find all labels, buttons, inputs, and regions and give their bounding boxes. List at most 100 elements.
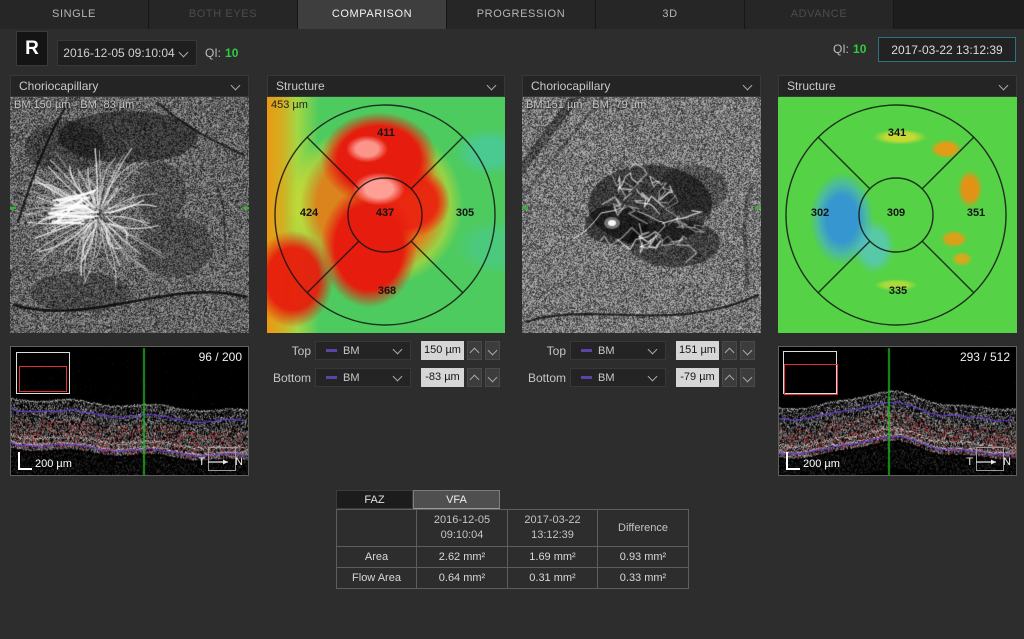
layer-select-2[interactable]: Structure <box>267 75 505 97</box>
thickness-map-panel-1[interactable]: 411 424 437 305 368 453 µm <box>267 97 505 333</box>
scale-bracket-icon <box>18 452 32 470</box>
top-layer-value: BM <box>343 345 394 357</box>
tab-vfa[interactable]: VFA <box>413 490 500 509</box>
chevron-down-icon <box>743 346 753 356</box>
bottom-label: Bottom <box>267 371 315 385</box>
area-exam1-value: 2.62 mm² <box>417 547 508 568</box>
grid-value-superior: 341 <box>888 127 906 139</box>
layer-select-3-value: Choriocapillary <box>523 79 744 93</box>
grid-value-temporal: 351 <box>967 207 985 219</box>
choriocapillary-enface-image[interactable] <box>10 97 249 333</box>
scale-label: 200 µm <box>35 458 72 470</box>
bottom-offset-field[interactable]: -79 µm <box>676 368 719 387</box>
chevron-down-icon <box>743 80 753 90</box>
grid-value-nasal: 305 <box>456 207 474 219</box>
crosshair-tick <box>522 207 528 209</box>
exam2-date-header: 2017-03-22 13:12:39 <box>508 510 598 547</box>
grid-value-superior: 411 <box>377 127 395 139</box>
table-row: Flow Area 0.64 mm² 0.31 mm² 0.33 mm² <box>337 568 689 589</box>
chevron-up-icon <box>725 374 735 384</box>
chevron-down-icon <box>999 80 1009 90</box>
laterality-right-button[interactable]: R <box>16 31 48 66</box>
tab-comparison[interactable]: COMPARISON <box>298 0 447 29</box>
right-exam-date-button[interactable]: 2017-03-22 13:12:39 <box>878 37 1016 62</box>
slab-boundaries-label: BM,151 µm - BM -79 µm <box>526 99 646 111</box>
bm-line-swatch <box>326 376 337 379</box>
top-layer-select[interactable]: BM <box>570 341 666 360</box>
bm-line-swatch <box>581 349 592 352</box>
chevron-down-icon <box>393 372 403 382</box>
top-offset-increment-button[interactable] <box>722 341 737 360</box>
qi-value: 10 <box>225 46 238 60</box>
bscan-viewer-left[interactable]: 96 / 200 200 µm T N <box>10 346 249 476</box>
bottom-offset-decrement-button[interactable] <box>485 368 500 387</box>
top-offset-decrement-button[interactable] <box>485 341 500 360</box>
layer-select-4[interactable]: Structure <box>778 75 1017 97</box>
grid-value-nasal: 302 <box>811 207 829 219</box>
chevron-down-icon <box>648 372 658 382</box>
bottom-offset-field[interactable]: -83 µm <box>421 368 464 387</box>
top-offset-field[interactable]: 150 µm <box>421 341 464 360</box>
choriocapillary-enface-image[interactable] <box>522 97 761 333</box>
tab-faz[interactable]: FAZ <box>336 490 413 509</box>
area-exam2-value: 1.69 mm² <box>508 547 598 568</box>
bm-line-swatch <box>581 376 592 379</box>
chevron-down-icon <box>179 47 189 57</box>
tab-single[interactable]: SINGLE <box>0 0 149 29</box>
layer-select-1[interactable]: Choriocapillary <box>10 75 249 97</box>
bottom-layer-value: BM <box>598 372 649 384</box>
crosshair-tick <box>243 207 249 209</box>
bottom-layer-select[interactable]: BM <box>570 368 666 387</box>
chevron-up-icon <box>470 374 480 384</box>
top-offset-decrement-button[interactable] <box>740 341 755 360</box>
chevron-down-icon <box>743 373 753 383</box>
bscan-viewer-right[interactable]: 293 / 512 200 µm T N <box>778 346 1017 476</box>
main-tab-bar: SINGLE BOTH EYES COMPARISON PROGRESSION … <box>0 0 1024 29</box>
flow-region-outline <box>19 366 67 392</box>
bottom-label: Bottom <box>522 371 570 385</box>
bottom-offset-increment-button[interactable] <box>467 368 482 387</box>
top-offset-field[interactable]: 151 µm <box>676 341 719 360</box>
row-label: Area <box>337 547 417 568</box>
difference-header: Difference <box>598 510 689 547</box>
flow-area-exam1-value: 0.64 mm² <box>417 568 508 589</box>
grid-value-inferior: 335 <box>889 285 907 297</box>
nasal-label: N <box>1003 456 1011 468</box>
crosshair-tick <box>755 207 761 209</box>
bottom-offset-decrement-button[interactable] <box>740 368 755 387</box>
table-header-row: 2016-12-05 09:10:04 2017-03-22 13:12:39 … <box>337 510 689 547</box>
scale-bar: 200 µm <box>18 452 72 470</box>
top-label: Top <box>267 344 315 358</box>
scale-label: 200 µm <box>803 458 840 470</box>
slab-top-row-left: Top BM 150 µm <box>267 341 500 360</box>
left-exam-date-select[interactable]: 2016-12-05 09:10:04 <box>57 40 197 66</box>
enface-image-panel-1[interactable]: BM,150 µm - BM -83 µm <box>10 97 249 333</box>
temporal-label: T <box>966 456 973 468</box>
thickness-map-panel-2[interactable]: 341 302 309 351 335 <box>778 97 1017 333</box>
chevron-down-icon <box>231 80 241 90</box>
qi-label: QI: <box>833 42 849 56</box>
exam1-date-header: 2016-12-05 09:10:04 <box>417 510 508 547</box>
grid-value-temporal: 424 <box>300 207 318 219</box>
left-exam-date-value: 2016-12-05 09:10:04 <box>58 46 180 60</box>
layer-select-1-value: Choriocapillary <box>11 79 232 93</box>
tab-3d[interactable]: 3D <box>596 0 745 29</box>
grid-value-center: 437 <box>376 207 394 219</box>
tab-progression[interactable]: PROGRESSION <box>447 0 596 29</box>
chevron-down-icon <box>648 345 658 355</box>
top-offset-increment-button[interactable] <box>467 341 482 360</box>
frame-counter: 96 / 200 <box>199 350 242 364</box>
slab-bottom-row-left: Bottom BM -83 µm <box>267 368 500 387</box>
nasal-label: N <box>235 456 243 468</box>
oct-comparison-window: SINGLE BOTH EYES COMPARISON PROGRESSION … <box>0 0 1024 639</box>
enface-image-panel-2[interactable]: BM,151 µm - BM -79 µm <box>522 97 761 333</box>
bottom-layer-select[interactable]: BM <box>315 368 411 387</box>
layer-select-3[interactable]: Choriocapillary <box>522 75 761 97</box>
bottom-offset-increment-button[interactable] <box>722 368 737 387</box>
thickness-cursor-label: 453 µm <box>271 99 308 111</box>
grid-value-center: 309 <box>887 207 905 219</box>
chevron-up-icon <box>470 347 480 357</box>
orientation-indicator: T N <box>198 456 243 468</box>
top-layer-value: BM <box>598 345 649 357</box>
top-layer-select[interactable]: BM <box>315 341 411 360</box>
